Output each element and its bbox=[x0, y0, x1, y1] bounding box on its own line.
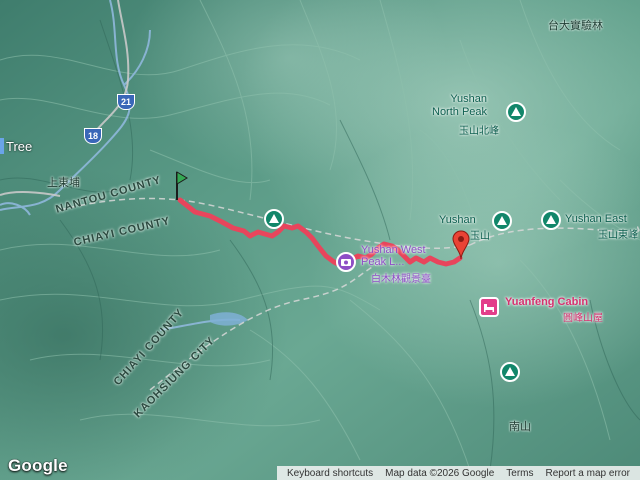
yushan-west-peak-label: Yushan West Peak L... bbox=[361, 244, 426, 268]
hiking-icon bbox=[546, 215, 556, 224]
route-18-shield: 18 bbox=[84, 128, 102, 144]
nanshan-hiking-icon[interactable] bbox=[500, 362, 520, 382]
tree-label: Tree bbox=[6, 139, 33, 154]
hiking-icon bbox=[505, 367, 515, 376]
yushan-west-zh-label: 白木林觀景臺 bbox=[371, 274, 431, 285]
camera-icon bbox=[341, 259, 351, 266]
yushan-west-camera-icon[interactable] bbox=[336, 252, 356, 272]
report-map-error-link[interactable]: Report a map error bbox=[546, 468, 630, 479]
yushan-east-zh-label: 玉山東峰 bbox=[598, 230, 638, 241]
yushan-zh-label: 玉山 bbox=[470, 231, 490, 242]
hiking-icon bbox=[511, 107, 521, 116]
ntu-forest-label: 台大實驗林 bbox=[548, 20, 603, 32]
yushan-east-label: Yushan East bbox=[565, 213, 627, 225]
yushan-north-peak-zh-label: 玉山北峰 bbox=[459, 126, 499, 137]
yuanfeng-cabin-zh-label: 圓峰山屋 bbox=[563, 313, 603, 324]
tree-poi-icon[interactable] bbox=[0, 138, 4, 154]
google-logo: Google bbox=[8, 456, 68, 475]
route-hiking-icon[interactable] bbox=[264, 209, 284, 229]
keyboard-shortcuts-link[interactable]: Keyboard shortcuts bbox=[287, 468, 373, 479]
bed-icon bbox=[484, 304, 494, 312]
yushan-east-hiking-icon[interactable] bbox=[541, 210, 561, 230]
yushan-label: Yushan bbox=[439, 214, 476, 226]
yuanfeng-cabin-bed-icon[interactable] bbox=[479, 297, 499, 317]
yushan-north-peak-hiking-icon[interactable] bbox=[506, 102, 526, 122]
nanshan-label: 南山 bbox=[509, 421, 531, 433]
shangdongpu-label: 上東埔 bbox=[47, 177, 80, 189]
attribution-bar: Keyboard shortcuts Map data ©2026 Google… bbox=[276, 466, 640, 480]
hiking-icon bbox=[497, 216, 507, 225]
route-21-shield: 21 bbox=[117, 94, 135, 110]
terms-link[interactable]: Terms bbox=[506, 468, 533, 479]
hiking-icon bbox=[269, 214, 279, 223]
map-data-text: Map data ©2026 Google bbox=[385, 467, 495, 479]
yushan-north-peak-label: Yushan North Peak bbox=[432, 93, 488, 118]
map-canvas[interactable]: 21 18 Tree 上東埔 台大實驗林 NANTOU COUNTY CHIAY… bbox=[0, 0, 640, 480]
route-end-marker[interactable] bbox=[452, 230, 470, 260]
route-start-marker[interactable] bbox=[172, 170, 188, 200]
yuanfeng-cabin-label: Yuanfeng Cabin bbox=[505, 296, 589, 308]
yushan-hiking-icon[interactable] bbox=[492, 211, 512, 231]
